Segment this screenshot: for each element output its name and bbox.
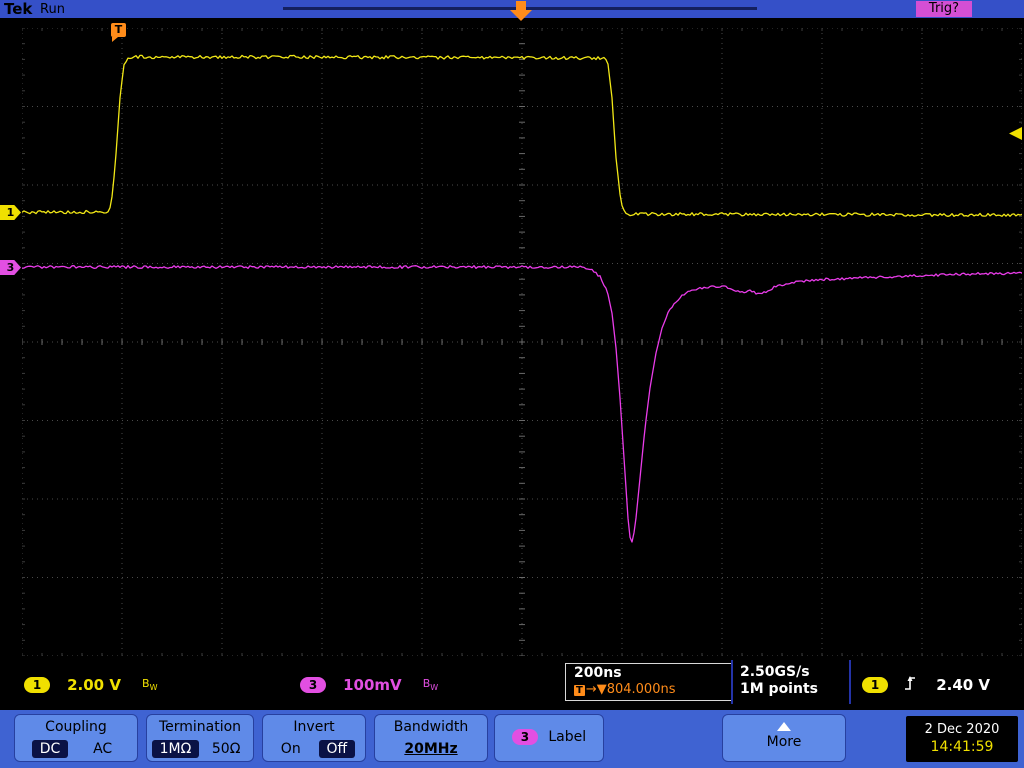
ch1-readout: 1 2.00 V BW bbox=[24, 674, 158, 694]
oscilloscope-screen: Tek Run Trig? T 1 3 1 2.00 V BW 3 100mV … bbox=[0, 0, 1024, 768]
trigger-source-badge: 1 bbox=[862, 677, 888, 693]
coupling-button[interactable]: Coupling DC AC bbox=[14, 714, 138, 762]
ch3-readout: 3 100mV BW bbox=[300, 674, 438, 694]
invert-button[interactable]: Invert On Off bbox=[262, 714, 366, 762]
record-length: 1M points bbox=[740, 681, 818, 697]
label-button-text: Label bbox=[548, 729, 587, 745]
bw-letter: B bbox=[142, 676, 150, 690]
more-up-arrow-icon bbox=[777, 722, 791, 731]
trigger-readout: 1 2.40 V bbox=[862, 674, 990, 696]
label-channel-badge: 3 bbox=[511, 729, 538, 745]
trigger-t-icon: T bbox=[574, 685, 585, 696]
bw-sub-letter: W bbox=[149, 683, 158, 693]
bandwidth-title: Bandwidth bbox=[393, 719, 469, 735]
ch1-reference-marker[interactable]: 1 bbox=[0, 205, 21, 220]
ch1-trace bbox=[22, 54, 1022, 218]
ch1-bandwidth-limit-icon: BW bbox=[142, 676, 158, 693]
trigger-point-flag[interactable]: T bbox=[111, 23, 126, 42]
status-bar: 1 2.00 V BW 3 100mV BW 200ns T →▼804.000n… bbox=[0, 660, 1024, 704]
invert-option-off[interactable]: Off bbox=[318, 740, 356, 758]
status-divider bbox=[731, 660, 733, 704]
trigger-position-arrow-icon[interactable] bbox=[509, 0, 533, 22]
ch3-bandwidth-limit-icon: BW bbox=[423, 677, 439, 693]
ch3-reference-marker[interactable]: 3 bbox=[0, 260, 21, 275]
termination-button[interactable]: Termination 1MΩ 50Ω bbox=[146, 714, 254, 762]
label-button[interactable]: 3 Label bbox=[494, 714, 604, 762]
termination-option-1mohm[interactable]: 1MΩ bbox=[151, 740, 200, 758]
more-button-text: More bbox=[766, 734, 802, 750]
datetime-box: 2 Dec 2020 14:41:59 bbox=[906, 716, 1018, 762]
ch1-badge: 1 bbox=[24, 676, 50, 693]
more-button[interactable]: More bbox=[722, 714, 846, 762]
coupling-option-ac[interactable]: AC bbox=[85, 740, 120, 758]
graticule-svg bbox=[22, 28, 1022, 656]
bandwidth-button[interactable]: Bandwidth 20MHz bbox=[374, 714, 488, 762]
trigger-delay-readout: T →▼804.000ns bbox=[574, 682, 732, 697]
top-bar: Tek Run Trig? bbox=[0, 0, 1024, 21]
trigger-status-badge: Trig? bbox=[916, 1, 972, 17]
tek-logo: Tek bbox=[4, 0, 33, 18]
sample-rate: 2.50GS/s bbox=[740, 664, 810, 680]
ch3-scale: 100mV bbox=[343, 675, 402, 694]
menu-bar: Coupling DC AC Termination 1MΩ 50Ω Inver… bbox=[0, 710, 1024, 768]
graticule bbox=[22, 28, 1022, 656]
coupling-option-dc[interactable]: DC bbox=[31, 740, 69, 758]
trigger-slope-icon bbox=[903, 674, 917, 696]
date-value: 2 Dec 2020 bbox=[924, 722, 1000, 737]
trigger-level-value: 2.40 V bbox=[936, 676, 991, 694]
invert-title: Invert bbox=[293, 719, 335, 735]
time-value: 14:41:59 bbox=[930, 739, 994, 755]
status-divider bbox=[849, 660, 851, 704]
timebase-readout: 200ns T →▼804.000ns bbox=[565, 663, 733, 701]
invert-option-on[interactable]: On bbox=[273, 740, 309, 758]
ch1-scale: 2.00 V bbox=[67, 675, 121, 694]
coupling-title: Coupling bbox=[45, 719, 107, 735]
bw-sub-letter: W bbox=[430, 683, 439, 693]
termination-title: Termination bbox=[158, 719, 242, 735]
acquisition-readout: 2.50GS/s 1M points bbox=[740, 664, 818, 698]
trigger-delay-value: →▼804.000ns bbox=[585, 682, 676, 697]
bandwidth-value: 20MHz bbox=[404, 741, 458, 757]
termination-option-50ohm[interactable]: 50Ω bbox=[204, 740, 249, 758]
grid-lines bbox=[22, 28, 1022, 656]
timebase-scale: 200ns bbox=[574, 665, 622, 681]
acquisition-status: Run bbox=[40, 2, 65, 17]
ch3-badge: 3 bbox=[300, 676, 326, 693]
